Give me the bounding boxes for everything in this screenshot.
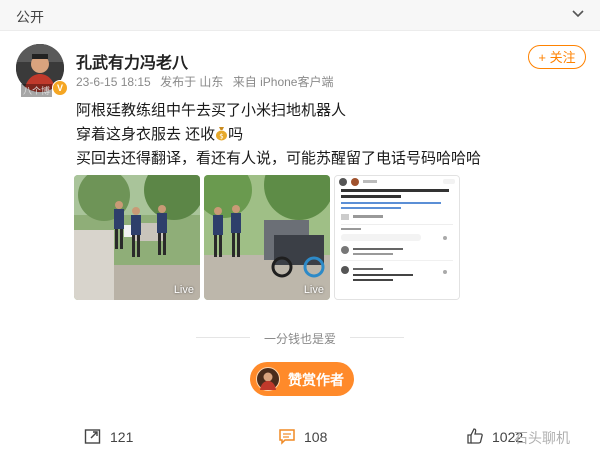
post-device: 来自 iPhone客户端	[232, 75, 334, 89]
verified-badge-icon: V	[52, 80, 68, 96]
visibility-label: 公开	[16, 9, 44, 25]
post-text-line-2-end: 吗	[228, 126, 244, 143]
post-text-line-3: 买回去还得翻译，看还有人说，可能苏醒留了电话号码哈哈哈	[76, 150, 482, 167]
post-image-2[interactable]: Live	[204, 175, 330, 300]
post-meta: 23-6-15 18:15 发布于 山东 来自 iPhone客户端	[76, 73, 339, 90]
comment-icon	[279, 429, 295, 445]
post-text-line-1: 阿根廷教练组中午去买了小米扫地机器人	[76, 102, 347, 119]
post-text-line-2-start: 穿着这身衣服去 还收	[76, 126, 216, 143]
post-text-line-2: 穿着这身衣服去 还收 $ 吗	[76, 123, 243, 144]
repost-icon	[84, 429, 101, 444]
divider-left	[196, 337, 250, 338]
live-badge: Live	[303, 284, 324, 296]
svg-text:$: $	[219, 133, 223, 141]
chevron-down-icon[interactable]	[570, 6, 586, 22]
post-image-3[interactable]	[334, 175, 460, 300]
post-location: 发布于 山东	[160, 75, 224, 89]
divider-right	[350, 337, 404, 338]
top-bar: 公开	[0, 0, 600, 31]
post-date: 23-6-15 18:15	[76, 75, 151, 89]
tip-label: 赞赏作者	[288, 372, 344, 388]
comment-count: 108	[304, 429, 328, 445]
watermark: 石头聊机	[514, 430, 570, 446]
tip-author-button[interactable]: 赞赏作者	[250, 362, 354, 396]
live-badge: Live	[173, 284, 194, 296]
thumbs-up-icon	[467, 428, 483, 444]
username[interactable]: 孔武有力冯老八	[76, 49, 188, 73]
follow-button[interactable]: + 关注	[528, 45, 586, 69]
divider-text: 一分钱也是爱	[263, 332, 336, 346]
avatar-caption: 八个博	[21, 84, 53, 97]
post-image-1[interactable]: Live	[74, 175, 200, 300]
repost-count: 121	[110, 429, 134, 445]
tip-avatar	[256, 367, 280, 391]
money-bag-icon: $	[216, 127, 228, 141]
